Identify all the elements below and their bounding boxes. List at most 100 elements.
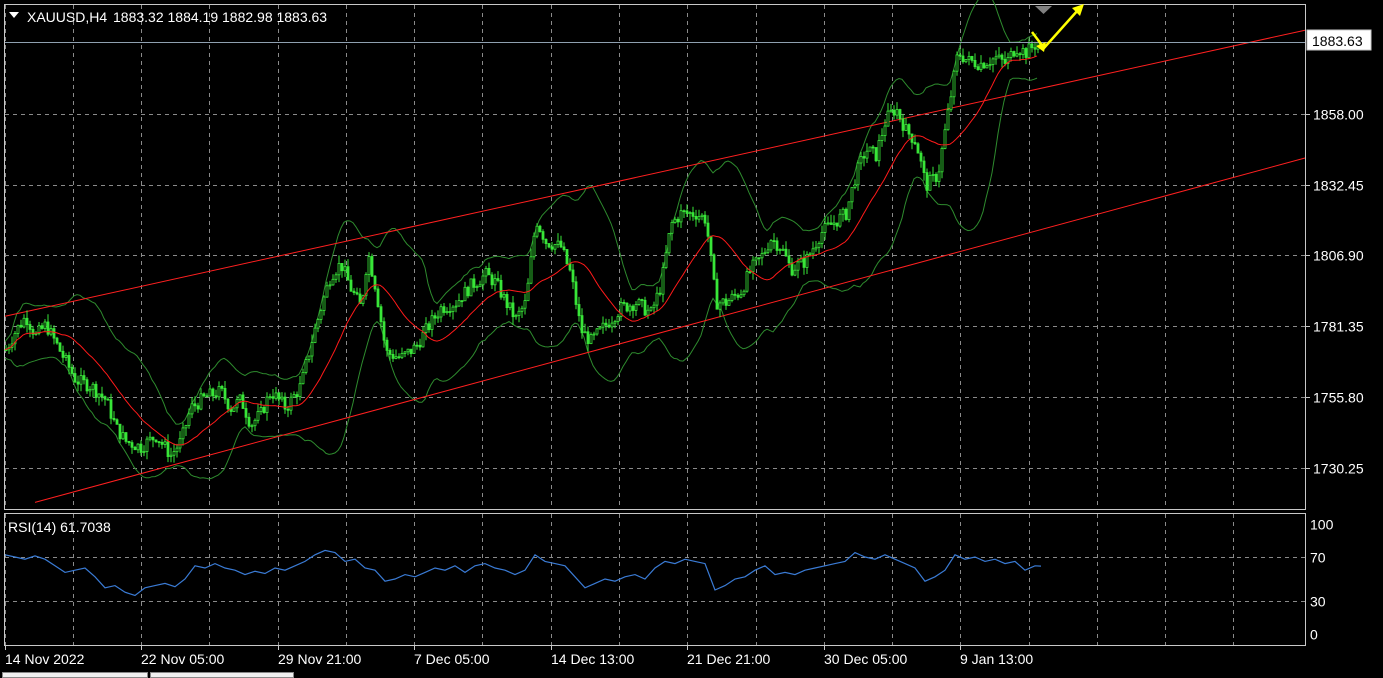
candle-body bbox=[82, 375, 86, 381]
candle-body bbox=[601, 322, 605, 328]
candle-body bbox=[430, 315, 434, 330]
candle-body bbox=[688, 212, 692, 215]
candle-body bbox=[370, 256, 374, 277]
candle-body bbox=[976, 66, 980, 70]
candle-body bbox=[268, 396, 272, 399]
candle-body bbox=[94, 383, 98, 398]
price-tag: 1883.63 bbox=[1306, 29, 1372, 51]
candle-body bbox=[163, 441, 167, 445]
candle-body bbox=[133, 446, 137, 451]
candle-body bbox=[841, 208, 845, 215]
candle-body bbox=[253, 419, 257, 427]
candle-body bbox=[517, 310, 521, 316]
candle-body bbox=[823, 223, 827, 233]
rsi-tick-label: 30 bbox=[1310, 594, 1326, 610]
candle-body bbox=[454, 305, 458, 308]
candle-body bbox=[673, 218, 677, 223]
candle-body bbox=[940, 147, 944, 173]
candle-body bbox=[784, 248, 788, 257]
candle-body bbox=[58, 342, 62, 352]
candle-body bbox=[967, 56, 971, 60]
candle-body bbox=[202, 393, 206, 397]
candle-body bbox=[331, 278, 335, 286]
candle-body bbox=[670, 221, 674, 234]
candle-body bbox=[394, 356, 398, 359]
candle-body bbox=[565, 249, 569, 265]
candle-body bbox=[538, 225, 542, 232]
candle-body bbox=[829, 222, 833, 225]
time-tick-label: 7 Dec 05:00 bbox=[414, 651, 490, 667]
candle-body bbox=[640, 299, 644, 301]
candle-body bbox=[286, 408, 290, 411]
candle-body bbox=[562, 246, 566, 250]
candle-body bbox=[607, 324, 611, 328]
candle-body bbox=[181, 427, 185, 440]
candle-body bbox=[196, 405, 200, 410]
candle-body bbox=[478, 284, 482, 288]
candle-body bbox=[637, 299, 641, 305]
candle-body bbox=[493, 278, 497, 286]
bottom-tab-middle[interactable] bbox=[150, 672, 294, 678]
price-tick-label: 1781.35 bbox=[1313, 319, 1364, 335]
candle-body bbox=[679, 210, 683, 223]
candle-body bbox=[697, 216, 701, 220]
candle-body bbox=[223, 387, 227, 400]
candle-body bbox=[649, 307, 653, 311]
candle-body bbox=[355, 292, 359, 295]
candle-body bbox=[481, 275, 485, 286]
candle-body bbox=[136, 443, 140, 451]
candle-body bbox=[76, 381, 80, 385]
candle-body bbox=[175, 447, 179, 453]
candle-body bbox=[421, 331, 425, 348]
candle-body bbox=[418, 344, 422, 348]
candle-body bbox=[274, 392, 278, 399]
candle-body bbox=[244, 408, 248, 418]
candle-body bbox=[301, 371, 305, 385]
candle-body bbox=[118, 423, 122, 440]
candle-body bbox=[376, 288, 380, 308]
time-tick-label: 21 Dec 21:00 bbox=[687, 651, 770, 667]
candle-body bbox=[877, 140, 881, 162]
chart-header: XAUUSD,H4 1883.32 1884.19 1882.98 1883.6… bbox=[9, 9, 327, 25]
candle-body bbox=[664, 252, 668, 269]
candle-body bbox=[622, 301, 626, 304]
candle-body bbox=[628, 305, 632, 312]
candle-body bbox=[766, 249, 770, 253]
candle-body bbox=[100, 393, 104, 397]
candle-body bbox=[436, 316, 440, 319]
candle-body bbox=[217, 385, 221, 398]
candle-body bbox=[25, 317, 29, 325]
candle-body bbox=[937, 171, 941, 182]
candle-body bbox=[328, 284, 332, 287]
candle-body bbox=[73, 373, 77, 383]
candle-body bbox=[667, 232, 671, 254]
candle-body bbox=[520, 307, 524, 312]
candle-body bbox=[40, 325, 44, 329]
candle-body bbox=[472, 278, 476, 288]
candle-body bbox=[334, 274, 338, 280]
candle-body bbox=[55, 337, 59, 344]
candle-body bbox=[658, 292, 662, 295]
candle-body bbox=[874, 147, 878, 162]
candle-body bbox=[511, 302, 515, 318]
candle-body bbox=[610, 322, 614, 328]
candle-body bbox=[739, 294, 743, 298]
candle-body bbox=[553, 244, 557, 250]
candle-body bbox=[685, 210, 689, 214]
candle-body bbox=[214, 395, 218, 398]
candle-body bbox=[337, 262, 341, 276]
candle-body bbox=[451, 306, 455, 313]
candle-body bbox=[919, 152, 923, 162]
candle-body bbox=[991, 58, 995, 66]
price-tick-label: 1832.45 bbox=[1313, 178, 1364, 194]
candle-body bbox=[379, 306, 383, 323]
candle-body bbox=[463, 286, 467, 302]
candle-body bbox=[148, 436, 152, 440]
candle-body bbox=[121, 432, 125, 440]
candle-body bbox=[826, 222, 830, 225]
candle-body bbox=[178, 438, 182, 449]
rsi-tick-label: 0 bbox=[1310, 627, 1318, 643]
candle-body bbox=[160, 441, 164, 445]
bottom-tab-left[interactable] bbox=[2, 672, 148, 678]
candle-body bbox=[592, 333, 596, 336]
